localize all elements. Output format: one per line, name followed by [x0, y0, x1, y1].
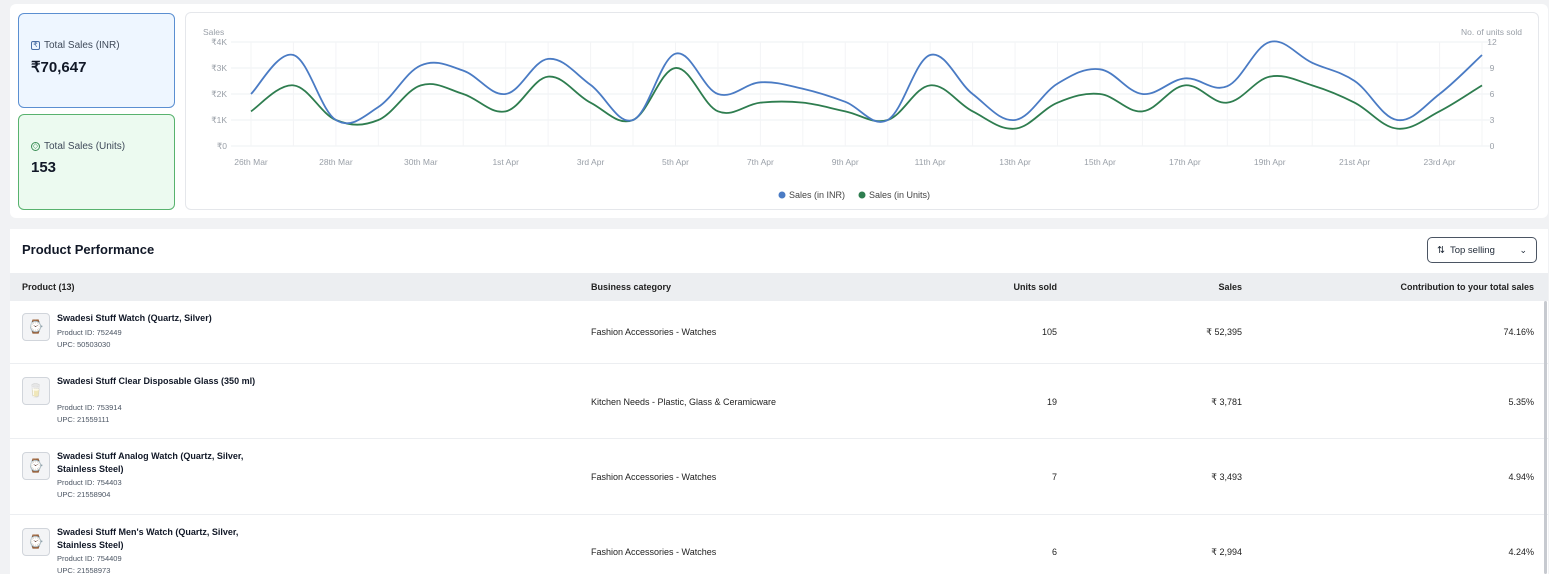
watch-icon: ⌚: [27, 534, 45, 549]
table-row[interactable]: ⌚ Swadesi Stuff Men's Watch (Quartz, Sil…: [10, 515, 1548, 574]
product-name[interactable]: Swadesi Stuff Clear Disposable Glass (35…: [57, 375, 257, 388]
table-row[interactable]: ⌚ Swadesi Stuff Watch (Quartz, Silver) P…: [10, 301, 1548, 364]
table-row[interactable]: 🥛 Swadesi Stuff Clear Disposable Glass (…: [10, 364, 1548, 439]
legend-marker: [778, 191, 786, 199]
total-sales-units-label-row: ◇ Total Sales (Units): [31, 141, 174, 152]
units-sold: 105: [1041, 327, 1057, 337]
product-id: Product ID: 752449: [57, 328, 122, 337]
contribution-percent: 74.16%: [1503, 327, 1534, 337]
y-tick-left: ₹2K: [211, 89, 227, 99]
y-tick-right: 0: [1490, 141, 1495, 151]
x-tick-label: 28th Mar: [319, 157, 353, 167]
units-sold: 6: [1051, 547, 1057, 557]
product-upc: UPC: 21559111: [57, 415, 110, 424]
contribution-percent: 4.94%: [1508, 472, 1534, 482]
business-category: Fashion Accessories - Watches: [591, 472, 717, 482]
x-tick-label: 1st Apr: [492, 157, 519, 167]
legend-label: Sales (in INR): [789, 190, 845, 200]
product-id: Product ID: 754409: [57, 554, 122, 563]
y-tick-left: ₹0: [217, 141, 227, 151]
product-performance-section: Product Performance ⇅ Top selling ⌄ Prod…: [10, 229, 1548, 574]
legend-label: Sales (in Units): [869, 190, 930, 200]
units-sold: 19: [1046, 397, 1057, 407]
total-sales-units-value: 153: [31, 159, 57, 176]
total-sales-inr-card[interactable]: ₹ Total Sales (INR) ₹70,647: [18, 13, 175, 108]
business-category: Kitchen Needs - Plastic, Glass & Ceramic…: [591, 397, 777, 407]
sales-value: ₹ 2,994: [1211, 547, 1242, 557]
y-tick-left: ₹1K: [211, 115, 227, 125]
product-id: Product ID: 753914: [57, 403, 122, 412]
total-sales-inr-label-row: ₹ Total Sales (INR): [31, 40, 174, 51]
x-tick-label: 26th Mar: [234, 157, 268, 167]
x-tick-label: 19th Apr: [1254, 157, 1286, 167]
total-sales-inr-label: Total Sales (INR): [44, 40, 120, 51]
product-name[interactable]: Swadesi Stuff Analog Watch (Quartz, Silv…: [57, 450, 257, 476]
section-title: Product Performance: [22, 242, 155, 257]
legend-marker: [858, 191, 866, 199]
product-upc: UPC: 21558904: [57, 490, 111, 499]
total-sales-inr-value: ₹70,647: [31, 59, 87, 76]
y-tick-right: 12: [1487, 37, 1497, 47]
table-row[interactable]: ⌚ Swadesi Stuff Analog Watch (Quartz, Si…: [10, 439, 1548, 515]
sort-dropdown[interactable]: ⇅ Top selling ⌄: [1427, 237, 1537, 263]
y-axis-label-left: Sales: [203, 27, 224, 37]
y-tick-right: 6: [1490, 89, 1495, 99]
product-thumbnail[interactable]: ⌚: [22, 452, 50, 480]
x-tick-label: 9th Apr: [832, 157, 859, 167]
col-category[interactable]: Business category: [591, 282, 671, 292]
contribution-percent: 5.35%: [1508, 397, 1534, 407]
chevron-down-icon: ⌄: [1519, 244, 1527, 255]
y-tick-right: 9: [1490, 63, 1495, 73]
product-name[interactable]: Swadesi Stuff Men's Watch (Quartz, Silve…: [57, 526, 257, 552]
business-category: Fashion Accessories - Watches: [591, 547, 717, 557]
sort-icon: ⇅: [1437, 244, 1445, 256]
product-thumbnail[interactable]: 🥛: [22, 377, 50, 405]
total-sales-units-label: Total Sales (Units): [44, 141, 126, 152]
y-axis-label-right: No. of units sold: [1461, 27, 1522, 37]
glass-icon: 🥛: [27, 383, 45, 398]
x-tick-label: 21st Apr: [1339, 157, 1370, 167]
sales-value: ₹ 3,781: [1211, 397, 1242, 407]
sales-chart: ₹0 ₹1K ₹2K ₹3K ₹4K 0 3 6 9 12 Sales No. of units so…: [185, 12, 1539, 210]
y-tick-right: 3: [1490, 115, 1495, 125]
product-thumbnail[interactable]: ⌚: [22, 313, 50, 341]
sales-value: ₹ 3,493: [1211, 472, 1242, 482]
rupee-icon: ₹: [31, 41, 40, 50]
watch-icon: ⌚: [27, 319, 45, 334]
x-tick-label: 13th Apr: [999, 157, 1031, 167]
units-sold: 7: [1051, 472, 1057, 482]
x-tick-label: 30th Mar: [404, 157, 438, 167]
col-product[interactable]: Product (13): [22, 282, 75, 292]
y-tick-left: ₹4K: [211, 37, 227, 47]
watch-icon: ⌚: [27, 458, 45, 473]
x-tick-label: 3rd Apr: [577, 157, 605, 167]
contribution-percent: 4.24%: [1508, 547, 1534, 557]
x-tick-label: 15th Apr: [1084, 157, 1116, 167]
product-upc: UPC: 50503030: [57, 340, 111, 349]
box-icon: ◇: [31, 142, 40, 151]
x-tick-label: 7th Apr: [747, 157, 774, 167]
x-tick-label: 23rd Apr: [1423, 157, 1455, 167]
sales-overview-panel: ₹ Total Sales (INR) ₹70,647 ◇ Total Sale…: [10, 4, 1548, 218]
product-name[interactable]: Swadesi Stuff Watch (Quartz, Silver): [57, 312, 257, 325]
product-upc: UPC: 21558973: [57, 566, 111, 574]
col-units[interactable]: Units sold: [1013, 282, 1057, 292]
product-thumbnail[interactable]: ⌚: [22, 528, 50, 556]
x-tick-label: 17th Apr: [1169, 157, 1201, 167]
x-tick-label: 5th Apr: [662, 157, 689, 167]
total-sales-units-card[interactable]: ◇ Total Sales (Units) 153: [18, 114, 175, 210]
sort-label: Top selling: [1449, 244, 1495, 256]
col-contribution[interactable]: Contribution to your total sales: [1400, 282, 1534, 292]
table-header: Product (13) Business category Units sol…: [10, 273, 1548, 301]
product-id: Product ID: 754403: [57, 478, 122, 487]
sales-chart-svg: ₹0 ₹1K ₹2K ₹3K ₹4K 0 3 6 9 12 Sales No. of units so…: [203, 27, 1522, 200]
scrollbar[interactable]: [1544, 301, 1547, 574]
x-tick-label: 11th Apr: [915, 157, 946, 167]
business-category: Fashion Accessories - Watches: [591, 327, 717, 337]
y-tick-left: ₹3K: [211, 63, 227, 73]
series-line-inr: [250, 40, 1483, 125]
sales-value: ₹ 52,395: [1206, 327, 1242, 337]
col-sales[interactable]: Sales: [1218, 282, 1242, 292]
